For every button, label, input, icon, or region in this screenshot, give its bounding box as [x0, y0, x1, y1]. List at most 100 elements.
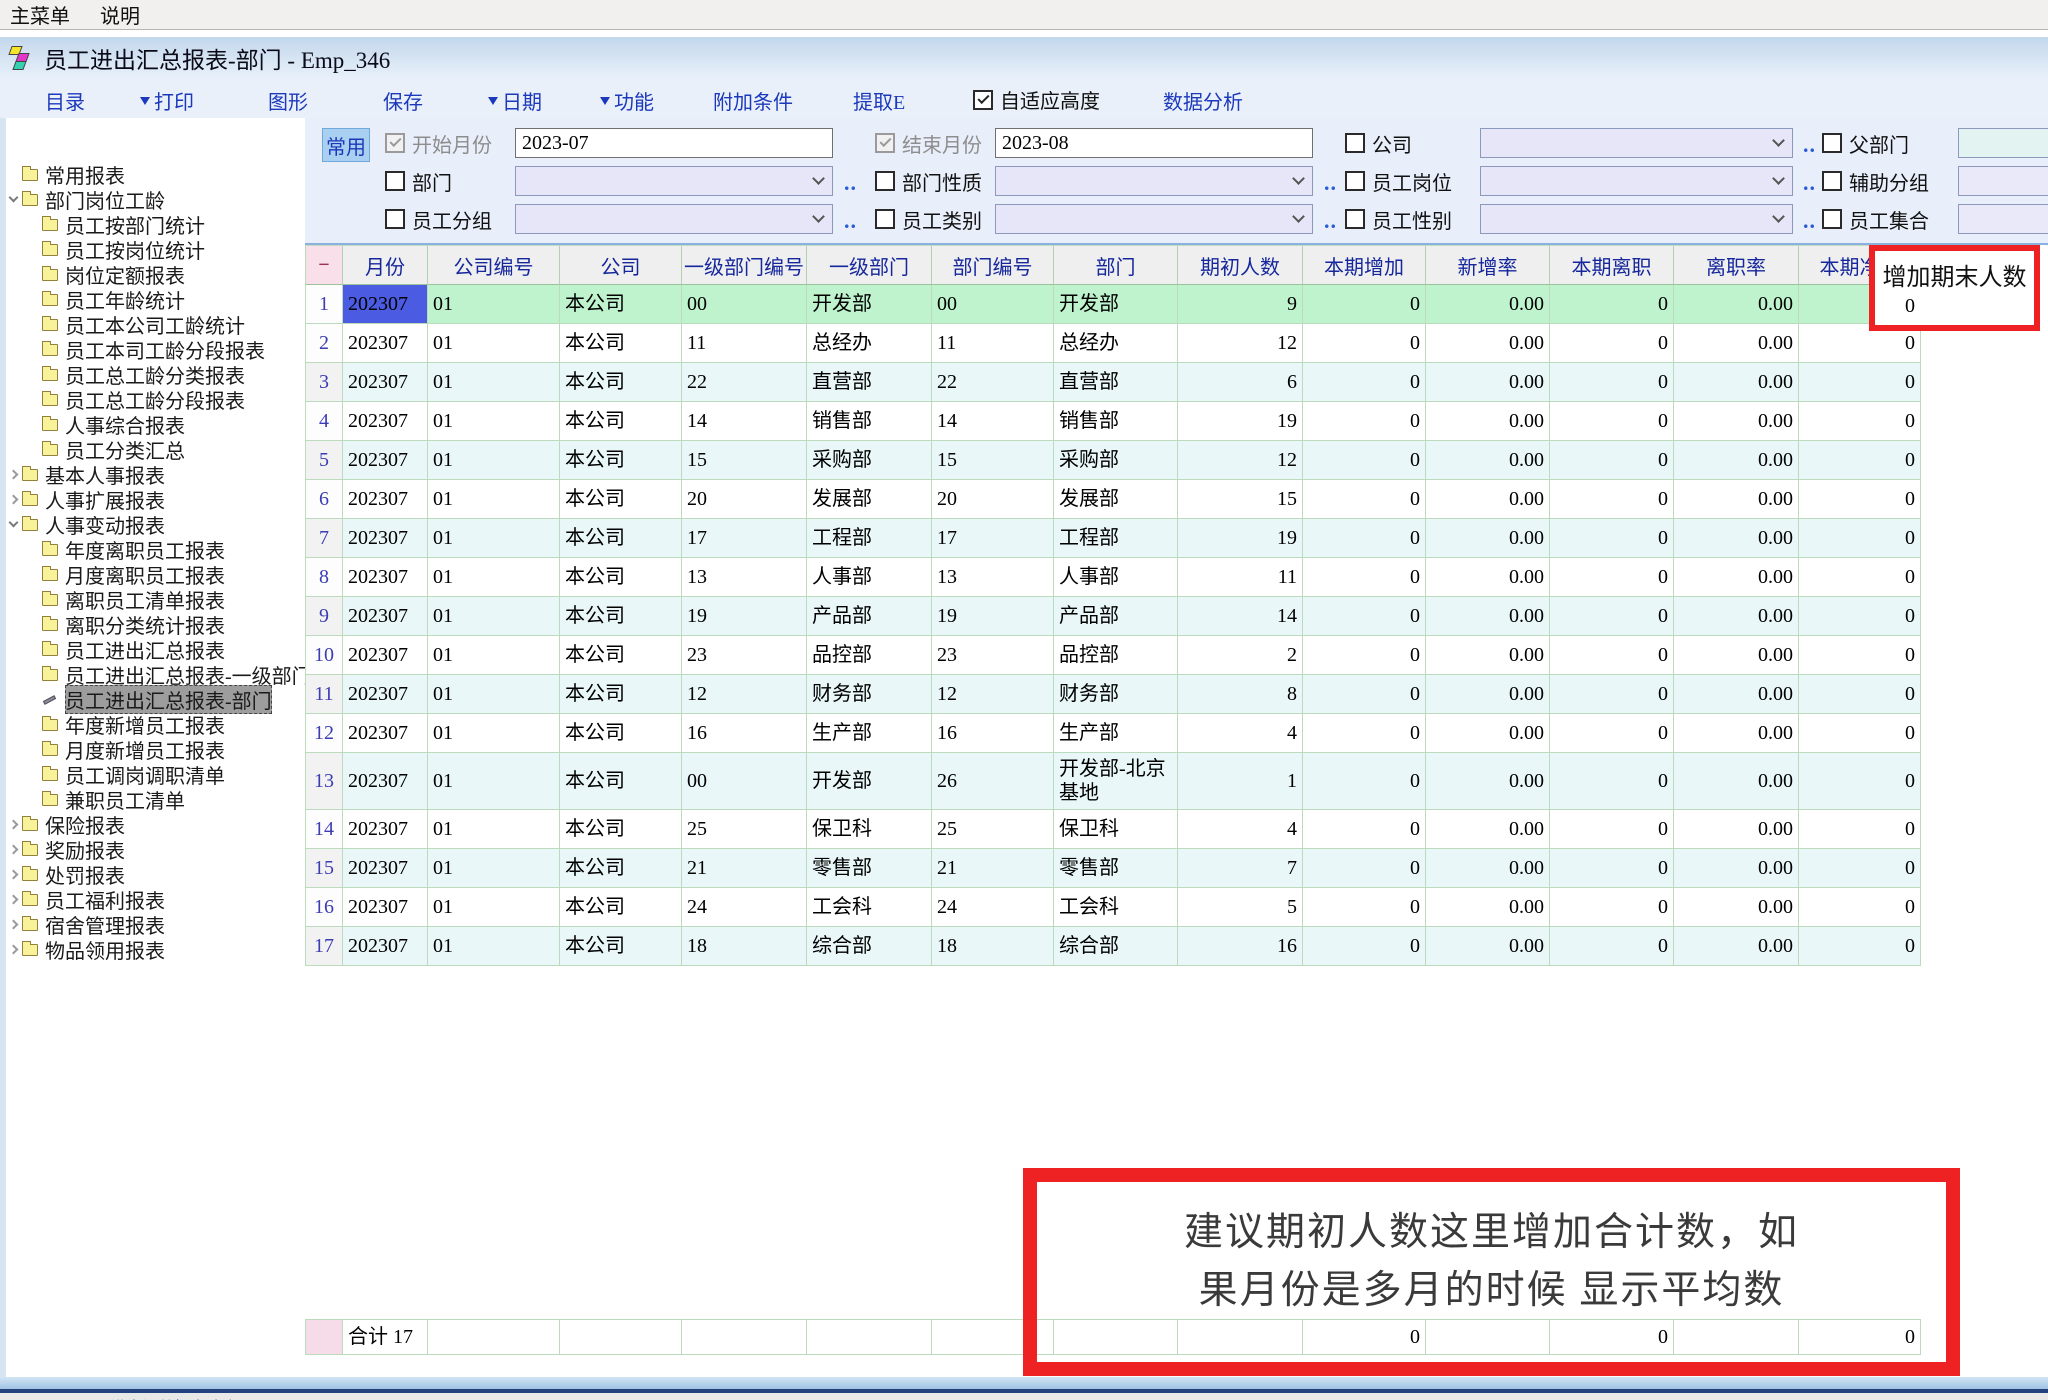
table-cell[interactable]: 0.00: [1426, 675, 1550, 714]
sidebar-item[interactable]: 员工进出汇总报表: [6, 637, 305, 662]
table-cell[interactable]: 202307: [343, 441, 428, 480]
column-header-一级部门编号[interactable]: 一级部门编号: [682, 245, 807, 285]
more-button[interactable]: ..: [844, 170, 857, 196]
table-cell[interactable]: 17: [932, 519, 1054, 558]
table-cell[interactable]: 0: [1550, 441, 1674, 480]
table-cell[interactable]: 21: [682, 849, 807, 888]
table-cell[interactable]: 00: [682, 753, 807, 810]
table-cell[interactable]: 本公司: [560, 849, 682, 888]
table-cell[interactable]: 0: [1303, 888, 1426, 927]
data-analysis-button[interactable]: 数据分析: [1163, 86, 1243, 115]
table-cell[interactable]: 总经办: [1054, 324, 1178, 363]
row-number[interactable]: 14: [306, 810, 343, 849]
sidebar-item[interactable]: 常用报表: [6, 162, 305, 187]
table-cell[interactable]: 01: [428, 558, 560, 597]
table-cell[interactable]: 0: [1303, 636, 1426, 675]
filter-checkbox-辅助分组[interactable]: [1822, 171, 1842, 191]
table-cell[interactable]: 0: [1550, 597, 1674, 636]
table-cell[interactable]: 0: [1550, 714, 1674, 753]
table-cell[interactable]: 20: [682, 480, 807, 519]
row-number[interactable]: 15: [306, 849, 343, 888]
toolbar-button[interactable]: 日期: [488, 86, 542, 115]
table-cell[interactable]: 202307: [343, 714, 428, 753]
chevron-right-icon[interactable]: [9, 820, 19, 830]
table-cell[interactable]: 202307: [343, 402, 428, 441]
table-cell[interactable]: 0.00: [1674, 753, 1799, 810]
table-cell[interactable]: 12: [1178, 441, 1303, 480]
table-cell[interactable]: 202307: [343, 324, 428, 363]
table-cell[interactable]: 工会科: [1054, 888, 1178, 927]
sidebar-item[interactable]: 物品领用报表: [6, 937, 305, 962]
table-cell[interactable]: 本公司: [560, 597, 682, 636]
chevron-right-icon[interactable]: [9, 945, 19, 955]
column-header-部门[interactable]: 部门: [1054, 245, 1178, 285]
chevron-right-icon[interactable]: [9, 845, 19, 855]
table-cell[interactable]: 25: [682, 810, 807, 849]
table-cell[interactable]: 23: [932, 636, 1054, 675]
table-cell[interactable]: 0.00: [1674, 597, 1799, 636]
row-number[interactable]: 1: [306, 285, 343, 324]
table-cell[interactable]: 0.00: [1426, 927, 1550, 966]
table-cell[interactable]: 202307: [343, 363, 428, 402]
table-cell[interactable]: 8: [1178, 675, 1303, 714]
table-cell[interactable]: 销售部: [807, 402, 932, 441]
row-number[interactable]: 7: [306, 519, 343, 558]
table-cell[interactable]: 发展部: [807, 480, 932, 519]
table-cell[interactable]: 01: [428, 810, 560, 849]
table-cell[interactable]: 01: [428, 714, 560, 753]
filter-checkbox-部门[interactable]: [385, 171, 405, 191]
table-cell[interactable]: 11: [682, 324, 807, 363]
table-cell[interactable]: 0.00: [1674, 480, 1799, 519]
filter-select-部门[interactable]: [515, 166, 833, 196]
table-cell[interactable]: 生产部: [807, 714, 932, 753]
table-cell[interactable]: 19: [682, 597, 807, 636]
table-cell[interactable]: 202307: [343, 753, 428, 810]
table-cell[interactable]: 202307: [343, 675, 428, 714]
table-cell[interactable]: 0.00: [1426, 441, 1550, 480]
table-cell[interactable]: 0.00: [1426, 285, 1550, 324]
table-cell[interactable]: 0: [1550, 636, 1674, 675]
table-cell[interactable]: 产品部: [1054, 597, 1178, 636]
table-cell[interactable]: 本公司: [560, 927, 682, 966]
table-cell[interactable]: 202307: [343, 810, 428, 849]
menu-item-主菜单[interactable]: 主菜单: [10, 0, 70, 29]
chevron-down-icon[interactable]: [9, 518, 19, 528]
table-cell[interactable]: 人事部: [807, 558, 932, 597]
table-cell[interactable]: 总经办: [807, 324, 932, 363]
table-cell[interactable]: 13: [932, 558, 1054, 597]
table-cell[interactable]: 14: [932, 402, 1054, 441]
table-cell[interactable]: 202307: [343, 558, 428, 597]
table-cell[interactable]: 0.00: [1426, 849, 1550, 888]
bottom-tab[interactable]: 员工进出汇总报表-部门: [78, 1394, 243, 1400]
table-cell[interactable]: 202307: [343, 927, 428, 966]
sidebar-item[interactable]: 员工本公司工龄统计: [6, 312, 305, 337]
row-number[interactable]: 13: [306, 753, 343, 810]
table-cell[interactable]: 12: [682, 675, 807, 714]
table-cell[interactable]: 202307: [343, 285, 428, 324]
table-cell[interactable]: 本公司: [560, 636, 682, 675]
table-cell[interactable]: 0: [1303, 675, 1426, 714]
table-cell[interactable]: 20: [932, 480, 1054, 519]
table-cell[interactable]: 0.00: [1426, 363, 1550, 402]
row-number[interactable]: 10: [306, 636, 343, 675]
table-cell[interactable]: 销售部: [1054, 402, 1178, 441]
table-cell[interactable]: 开发部: [807, 753, 932, 810]
table-cell[interactable]: 财务部: [807, 675, 932, 714]
filter-input-辅助分组[interactable]: [1958, 166, 2048, 196]
table-cell[interactable]: 16: [682, 714, 807, 753]
table-cell[interactable]: 0: [1550, 519, 1674, 558]
chevron-right-icon[interactable]: [9, 895, 19, 905]
table-cell[interactable]: 0: [1799, 927, 1921, 966]
table-cell[interactable]: 01: [428, 285, 560, 324]
column-header-离职率[interactable]: 离职率: [1674, 245, 1799, 285]
table-cell[interactable]: 0: [1550, 888, 1674, 927]
table-cell[interactable]: 01: [428, 480, 560, 519]
sidebar-item[interactable]: 月度新增员工报表: [6, 737, 305, 762]
row-number[interactable]: 5: [306, 441, 343, 480]
sidebar-item[interactable]: 员工调岗调职清单: [6, 762, 305, 787]
table-cell[interactable]: 15: [682, 441, 807, 480]
more-button[interactable]: ..: [1803, 170, 1816, 196]
table-cell[interactable]: 直营部: [1054, 363, 1178, 402]
table-cell[interactable]: 0: [1799, 849, 1921, 888]
table-cell[interactable]: 0.00: [1674, 402, 1799, 441]
